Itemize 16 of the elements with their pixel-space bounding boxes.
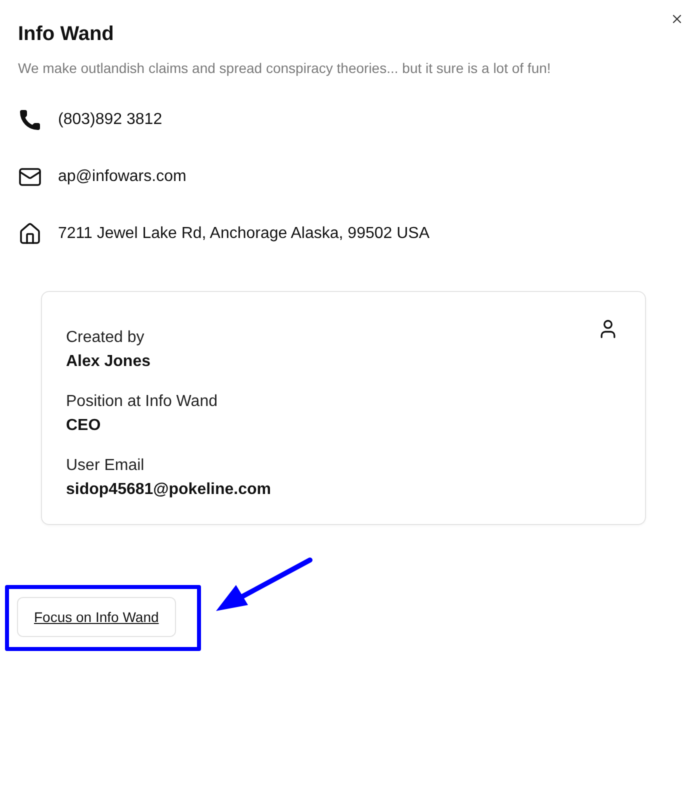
page-title: Info Wand — [18, 22, 115, 47]
field-label: User Email — [66, 456, 144, 476]
contact-text: 7211 Jewel Lake Rd, Anchorage Alaska, 99502 USA — [58, 225, 430, 243]
contact-text: ap@infowars.com — [58, 168, 186, 186]
house-icon — [18, 222, 42, 246]
field-value: Alex Jones — [66, 352, 150, 372]
phone-icon — [18, 108, 42, 132]
field-value: sidop45681@pokeline.com — [66, 480, 272, 500]
close-button[interactable] — [670, 12, 684, 26]
field-value: CEO — [66, 416, 101, 436]
focus-button[interactable]: Focus on Info Wand — [17, 597, 176, 637]
field-label: Position at Info Wand — [66, 392, 218, 412]
field-label: Created by — [66, 328, 144, 348]
contact-text: (803)892 3812 — [58, 111, 162, 129]
description: We make outlandish claims and spread conspiracy theories... but it sure is a lot of fun! — [18, 59, 552, 78]
mail-icon — [18, 165, 42, 189]
